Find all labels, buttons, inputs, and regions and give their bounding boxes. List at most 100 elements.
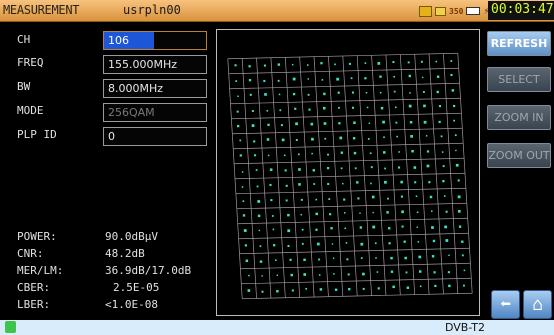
constellation-point [372, 211, 374, 214]
constellation-point [236, 110, 239, 113]
constellation-point [438, 120, 441, 124]
mode-field[interactable]: 256QAM [103, 103, 207, 122]
constellation-point [395, 121, 398, 124]
constellation-point [311, 152, 313, 155]
constellation-point [416, 211, 419, 214]
constellation-point [383, 151, 386, 154]
constellation-point [245, 259, 249, 263]
constellation-point [289, 258, 292, 261]
constellation-point [347, 273, 350, 276]
lber-label: LBER: [17, 298, 51, 311]
constellation-point [331, 243, 334, 245]
constellation-point [419, 270, 422, 273]
constellation-point [291, 289, 294, 292]
constellation-point [313, 183, 316, 185]
freq-field[interactable]: 155.000MHz [103, 55, 207, 74]
constellation-plot [216, 29, 480, 316]
constellation-point [332, 257, 335, 259]
constellation-point [455, 163, 459, 167]
constellation-point [377, 287, 380, 290]
constellation-point [351, 91, 354, 94]
constellation-point [337, 91, 340, 94]
constellation-point [255, 169, 258, 171]
constellation-point [390, 270, 394, 273]
constellation-point [387, 197, 389, 200]
constellation-point [306, 64, 309, 66]
constellation-point [259, 260, 263, 263]
constellation-point [303, 258, 306, 262]
constellation-point [287, 244, 290, 248]
constellation-point [318, 274, 321, 276]
constellation-point [285, 184, 288, 187]
plp-id-label: PLP ID [17, 128, 57, 141]
constellation-point [400, 195, 403, 198]
status-bar: MEASUREMENT usrpln00 350 ⚡ 00:03:47 [0, 0, 554, 22]
constellation-point [379, 75, 382, 78]
home-button[interactable]: ⌂ [523, 290, 552, 319]
constellation-point [326, 166, 330, 170]
constellation-point [258, 229, 261, 232]
zoom-in-button[interactable]: ZOOM IN [487, 105, 551, 130]
constellation-point [357, 197, 360, 200]
constellation-point [333, 273, 335, 275]
constellation-point [239, 154, 242, 157]
constellation-point [244, 244, 247, 247]
ch-field[interactable]: 106 [103, 31, 207, 50]
constellation-point [323, 122, 327, 125]
constellation-point [422, 90, 425, 93]
constellation-point [364, 77, 367, 80]
back-button[interactable]: ⬅ [491, 290, 520, 319]
constellation-point [345, 242, 348, 244]
bw-field[interactable]: 8.000MHz [103, 79, 207, 98]
plp-id-field[interactable]: 0 [103, 127, 207, 146]
constellation-point [393, 75, 395, 78]
constellation-point [272, 228, 275, 231]
constellation-point [300, 213, 303, 216]
constellation-point [455, 149, 457, 152]
ch-label: CH [17, 33, 31, 46]
bw-label: BW [17, 80, 31, 93]
power-badge-icon [435, 6, 446, 16]
constellation-point [256, 185, 259, 188]
constellation-point [366, 106, 369, 109]
constellation-point [266, 109, 269, 112]
constellation-point [285, 199, 288, 202]
constellation-point [277, 79, 280, 82]
constellation-point [409, 92, 411, 94]
constellation-point [269, 183, 272, 187]
constellation-point [443, 195, 446, 197]
zoom-out-button[interactable]: ZOOM OUT [487, 143, 551, 168]
constellation-point [300, 198, 303, 201]
constellation-point [338, 106, 340, 109]
constellation-diagram [227, 52, 473, 300]
constellation-point [263, 64, 266, 67]
mode-label: MODE [17, 104, 44, 117]
constellation-point [411, 149, 414, 153]
constellation-point [253, 140, 256, 143]
constellation-point [248, 79, 252, 82]
refresh-button[interactable]: REFRESH [487, 31, 551, 56]
constellation-point [261, 275, 263, 277]
constellation-point [416, 226, 418, 228]
constellation-point [463, 284, 465, 287]
constellation-point [263, 79, 266, 83]
constellation-point [401, 225, 404, 228]
constellation-point [342, 182, 344, 185]
constellation-point [420, 60, 423, 63]
constellation-point [301, 242, 304, 245]
constellation-point [276, 290, 279, 293]
constellation-point [310, 122, 314, 126]
constellation-point [365, 91, 368, 94]
constellation-point [388, 227, 391, 230]
power-label: POWER: [17, 230, 57, 243]
constellation-point [457, 179, 460, 182]
constellation-point [409, 121, 413, 124]
broadcast-standard: DVB-T2 [445, 321, 486, 334]
select-button[interactable]: SELECT [487, 67, 551, 92]
constellation-point [277, 63, 281, 66]
constellation-point [291, 63, 294, 66]
constellation-point [393, 90, 396, 93]
constellation-point [316, 242, 320, 246]
constellation-point [367, 138, 370, 140]
constellation-point [346, 258, 349, 261]
